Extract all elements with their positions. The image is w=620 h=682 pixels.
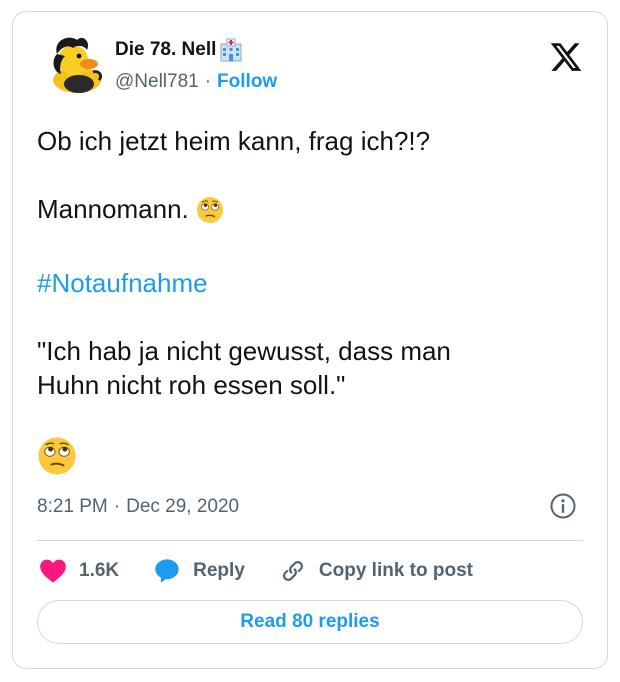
tweet-time: 8:21 PM bbox=[37, 496, 108, 517]
copy-link-button[interactable]: Copy link to post bbox=[279, 557, 473, 585]
tweet-card: Die 78. Nell @Nell781 · Follow Ob ich je… bbox=[12, 11, 608, 669]
like-button[interactable]: 1.6K bbox=[39, 558, 119, 584]
rolling-eyes-emoji bbox=[37, 436, 77, 484]
x-logo-icon[interactable] bbox=[549, 40, 583, 74]
like-count: 1.6K bbox=[79, 560, 120, 581]
heart-icon bbox=[40, 559, 66, 583]
rolling-eyes-emoji bbox=[196, 196, 224, 232]
author-handle-row: @Nell781 · Follow bbox=[115, 71, 277, 93]
separator-dot: · bbox=[204, 71, 212, 92]
quote-line-1: "Ich hab ja nicht gewusst, dass man bbox=[37, 336, 451, 366]
tweet-text: Ob ich jetzt heim kann, frag ich?!? Mann… bbox=[37, 124, 577, 484]
action-bar: 1.6K Reply Copy link to post bbox=[39, 553, 507, 589]
read-replies-button[interactable]: Read 80 replies bbox=[37, 600, 583, 644]
tweet-line-2-text: Mannomann. bbox=[37, 194, 189, 224]
tweet-emoji-line bbox=[37, 436, 577, 484]
reply-bubble-icon bbox=[155, 559, 179, 583]
separator-dot: · bbox=[113, 496, 121, 517]
hashtag-link[interactable]: #Notaufnahme bbox=[37, 266, 577, 300]
follow-button[interactable]: Follow bbox=[217, 71, 277, 93]
avatar[interactable] bbox=[43, 30, 109, 96]
info-icon[interactable] bbox=[549, 492, 577, 520]
quote-line-2: Huhn nicht roh essen soll." bbox=[37, 370, 346, 400]
reply-button[interactable]: Reply bbox=[153, 557, 245, 585]
author-display-name[interactable]: Die 78. Nell bbox=[115, 39, 216, 61]
copy-link-label: Copy link to post bbox=[318, 560, 473, 581]
author-handle[interactable]: @Nell781 bbox=[115, 71, 199, 93]
author-name-row: Die 78. Nell bbox=[115, 38, 243, 62]
rubber-duck-avatar-icon bbox=[43, 30, 109, 96]
reply-label: Reply bbox=[193, 560, 245, 581]
divider bbox=[37, 540, 583, 541]
hospital-icon bbox=[219, 38, 243, 62]
tweet-line-2: Mannomann. bbox=[37, 192, 577, 232]
tweet-timestamp[interactable]: 8:21 PM · Dec 29, 2020 bbox=[37, 496, 239, 518]
link-icon bbox=[282, 561, 303, 581]
tweet-line-1: Ob ich jetzt heim kann, frag ich?!? bbox=[37, 126, 431, 156]
tweet-date: Dec 29, 2020 bbox=[126, 496, 240, 517]
